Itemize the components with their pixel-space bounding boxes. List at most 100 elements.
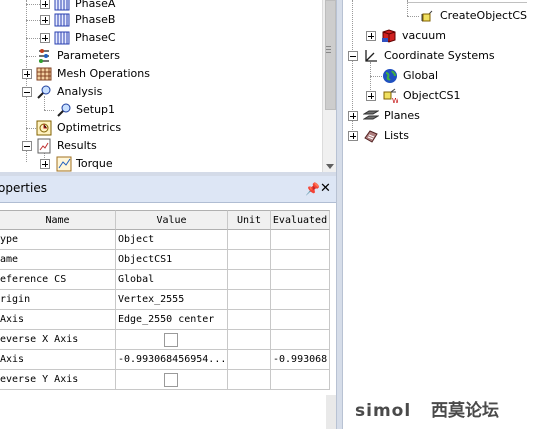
properties-title-bar: operties 📌 ✕ bbox=[0, 176, 336, 203]
property-unit bbox=[228, 310, 271, 330]
optimetrics-icon bbox=[36, 120, 52, 136]
expand-toggle[interactable] bbox=[40, 33, 50, 43]
tree-item-createobjectcs[interactable]: CreateObjectCS bbox=[343, 7, 556, 25]
tree-item-optimetrics[interactable]: Optimetrics bbox=[0, 119, 320, 137]
coordinate-system-icon bbox=[421, 10, 433, 22]
property-value[interactable]: -0.993068456954... bbox=[116, 350, 228, 370]
scrollbar-thumb[interactable] bbox=[325, 0, 336, 110]
tree-item-mesh-operations[interactable]: Mesh Operations bbox=[0, 65, 320, 83]
property-value bbox=[116, 330, 228, 350]
material-icon bbox=[382, 29, 396, 43]
property-value[interactable]: Vertex_2555 bbox=[116, 290, 228, 310]
mesh-icon bbox=[36, 67, 52, 81]
lists-icon bbox=[364, 130, 378, 143]
winding-icon bbox=[54, 31, 70, 45]
property-name: rigin bbox=[0, 290, 116, 310]
expand-toggle[interactable] bbox=[40, 15, 50, 25]
svg-text:W: W bbox=[392, 97, 398, 104]
tree-item-setup1[interactable]: Setup1 bbox=[0, 101, 320, 119]
column-header-evaluated[interactable]: Evaluated bbox=[271, 210, 330, 230]
property-value[interactable]: Global bbox=[116, 270, 228, 290]
tree-item-lists[interactable]: Lists bbox=[343, 127, 556, 145]
tree-item-truncated bbox=[407, 0, 527, 3]
property-value[interactable]: Edge_2550 center bbox=[116, 310, 228, 330]
globe-icon bbox=[383, 69, 397, 83]
expand-toggle[interactable] bbox=[22, 69, 32, 79]
watermark-logo: simol 西莫论坛 bbox=[355, 398, 545, 422]
tree-item-vacuum[interactable]: vacuum bbox=[343, 27, 556, 45]
property-value[interactable]: Object bbox=[116, 230, 228, 250]
property-evaluated bbox=[271, 230, 330, 250]
property-evaluated bbox=[271, 370, 330, 390]
pin-icon[interactable]: 📌 bbox=[305, 182, 320, 196]
pane-divider[interactable] bbox=[336, 0, 343, 429]
tree-item-phaseb[interactable]: PhaseB bbox=[0, 11, 320, 29]
property-name: eference CS bbox=[0, 270, 116, 290]
svg-text:西莫论坛: 西莫论坛 bbox=[431, 400, 499, 421]
property-name: Axis bbox=[0, 350, 116, 370]
close-icon[interactable]: ✕ bbox=[320, 181, 331, 196]
property-evaluated: -0.993068 bbox=[271, 350, 330, 370]
property-name: everse X Axis bbox=[0, 330, 116, 350]
property-unit bbox=[228, 250, 271, 270]
tree-item-torque[interactable]: Torque bbox=[0, 155, 320, 172]
planes-icon bbox=[363, 110, 379, 120]
column-header-unit[interactable]: Unit bbox=[228, 210, 271, 230]
scroll-down-icon[interactable] bbox=[326, 164, 334, 169]
expand-toggle[interactable] bbox=[40, 159, 50, 169]
property-name: ame bbox=[0, 250, 116, 270]
tree-item-parameters[interactable]: Parameters bbox=[0, 47, 320, 65]
property-unit bbox=[228, 370, 271, 390]
property-unit bbox=[228, 330, 271, 350]
tree-item-coordinate-systems[interactable]: Coordinate Systems bbox=[343, 47, 556, 65]
tree-item-objectcs1[interactable]: W ObjectCS1 bbox=[343, 87, 556, 105]
property-name: ype bbox=[0, 230, 116, 250]
property-name: everse Y Axis bbox=[0, 370, 116, 390]
grid-scrollbar[interactable] bbox=[326, 395, 336, 429]
tree-item-analysis[interactable]: Analysis bbox=[0, 83, 320, 101]
plot-icon bbox=[56, 156, 72, 172]
property-evaluated bbox=[271, 310, 330, 330]
tree-item-global[interactable]: Global bbox=[343, 67, 556, 85]
expand-toggle[interactable] bbox=[366, 31, 376, 41]
tree-scrollbar[interactable] bbox=[322, 0, 337, 172]
property-evaluated bbox=[271, 270, 330, 290]
tree-item-results[interactable]: Results bbox=[0, 137, 320, 155]
expand-toggle[interactable] bbox=[348, 111, 358, 121]
property-evaluated bbox=[271, 330, 330, 350]
tree-item-phasec[interactable]: PhaseC bbox=[0, 29, 320, 47]
property-unit bbox=[228, 230, 271, 250]
svg-text:simol: simol bbox=[355, 401, 411, 421]
column-header-name[interactable]: Name bbox=[0, 210, 116, 230]
column-header-value[interactable]: Value bbox=[116, 210, 228, 230]
property-unit bbox=[228, 290, 271, 310]
reverse-x-axis-checkbox[interactable] bbox=[164, 333, 178, 347]
collapse-toggle[interactable] bbox=[22, 87, 32, 97]
axes-icon bbox=[365, 50, 377, 62]
reverse-y-axis-checkbox[interactable] bbox=[164, 373, 178, 387]
collapse-toggle[interactable] bbox=[22, 141, 32, 151]
expand-toggle[interactable] bbox=[348, 131, 358, 141]
property-unit bbox=[228, 270, 271, 290]
object-cs-icon: W bbox=[383, 88, 398, 104]
parameters-icon bbox=[39, 49, 49, 63]
properties-panel: operties 📌 ✕ Name Value Unit Evaluated y… bbox=[0, 176, 336, 429]
grip-icon bbox=[326, 46, 331, 47]
project-tree: PhaseA PhaseB PhaseC Parameters Mesh Ope… bbox=[0, 0, 336, 172]
property-value[interactable]: ObjectCS1 bbox=[116, 250, 228, 270]
winding-icon bbox=[54, 13, 70, 27]
property-evaluated bbox=[271, 250, 330, 270]
tree-item-planes[interactable]: Planes bbox=[343, 107, 556, 125]
expand-toggle[interactable] bbox=[40, 0, 50, 9]
panel-title: operties bbox=[0, 181, 47, 195]
setup-icon bbox=[57, 103, 71, 117]
analysis-icon bbox=[37, 85, 51, 99]
property-unit bbox=[228, 350, 271, 370]
property-evaluated bbox=[271, 290, 330, 310]
expand-toggle[interactable] bbox=[366, 91, 376, 101]
model-tree: CreateObjectCS vacuum Coordinate Systems… bbox=[343, 0, 556, 160]
property-value bbox=[116, 370, 228, 390]
property-name: Axis bbox=[0, 310, 116, 330]
collapse-toggle[interactable] bbox=[348, 51, 358, 61]
results-icon bbox=[37, 138, 51, 154]
